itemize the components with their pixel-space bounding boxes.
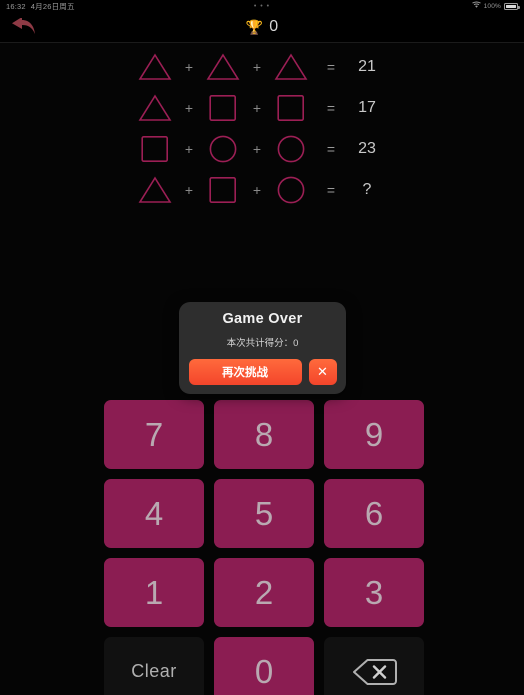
battery-icon xyxy=(504,2,520,10)
number-keypad: 7 8 9 4 5 6 1 2 3 Clear 0 xyxy=(104,400,424,695)
operator-plus: + xyxy=(184,181,194,198)
equation-row: + + = ? xyxy=(0,169,524,210)
shape-square xyxy=(270,93,312,123)
operator-equals: = xyxy=(326,99,336,116)
wifi-icon xyxy=(471,1,481,10)
key-1[interactable]: 1 xyxy=(104,558,204,627)
operator-equals: = xyxy=(326,181,336,198)
equation-result: 21 xyxy=(358,57,376,75)
shape-triangle xyxy=(134,175,176,205)
key-5[interactable]: 5 xyxy=(214,479,314,548)
equation-result: 17 xyxy=(358,98,376,116)
operator-plus: + xyxy=(252,140,262,157)
game-screen: 16:32 4月26日周五 • • • 100% 🏆 0 + + = 21 + … xyxy=(0,0,524,695)
equation-row: + + = 17 xyxy=(0,87,524,128)
shape-circle xyxy=(270,175,312,205)
shape-triangle xyxy=(202,52,244,82)
status-bar-left: 16:32 4月26日周五 xyxy=(6,1,75,12)
key-8[interactable]: 8 xyxy=(214,400,314,469)
equation-row: + + = 21 xyxy=(0,46,524,87)
status-bar: 16:32 4月26日周五 • • • 100% xyxy=(0,0,524,12)
score-value: 0 xyxy=(269,18,279,35)
shape-square xyxy=(134,134,176,164)
key-9[interactable]: 9 xyxy=(324,400,424,469)
operator-plus: + xyxy=(184,58,194,75)
dialog-actions: 再次挑战 ✕ xyxy=(188,359,337,385)
status-center-dots: • • • xyxy=(253,2,271,10)
operator-plus: + xyxy=(252,99,262,116)
operator-plus: + xyxy=(252,181,262,198)
shape-square xyxy=(202,93,244,123)
puzzle-equations: + + = 21 + + = 17 + + = 23 + + = ? xyxy=(0,46,524,210)
status-time: 16:32 xyxy=(6,1,26,11)
key-2[interactable]: 2 xyxy=(214,558,314,627)
operator-equals: = xyxy=(326,58,336,75)
trophy-icon: 🏆 xyxy=(245,19,264,35)
shape-triangle xyxy=(134,52,176,82)
nav-bar: 🏆 0 xyxy=(0,12,524,43)
operator-plus: + xyxy=(252,58,262,75)
operator-equals: = xyxy=(326,140,336,157)
equation-result-unknown: ? xyxy=(362,180,372,198)
equation-result: 23 xyxy=(358,139,376,157)
status-bar-right: 100% xyxy=(471,1,520,11)
dialog-title: Game Over xyxy=(222,311,303,327)
key-3[interactable]: 3 xyxy=(324,558,424,627)
game-over-dialog: Game Over 本次共计得分：0 再次挑战 ✕ xyxy=(179,302,346,394)
retry-button[interactable]: 再次挑战 xyxy=(188,359,302,385)
shape-triangle xyxy=(134,93,176,123)
dialog-score-text: 本次共计得分：0 xyxy=(226,338,299,349)
shape-square xyxy=(202,175,244,205)
backspace-button[interactable] xyxy=(324,637,424,695)
shape-triangle xyxy=(270,52,312,82)
shape-circle xyxy=(202,134,244,164)
key-6[interactable]: 6 xyxy=(324,479,424,548)
close-button[interactable]: ✕ xyxy=(308,359,337,385)
backspace-icon xyxy=(351,656,397,688)
clear-button[interactable]: Clear xyxy=(104,637,204,695)
status-date: 4月26日周五 xyxy=(30,1,75,11)
key-4[interactable]: 4 xyxy=(104,479,204,548)
operator-plus: + xyxy=(184,140,194,157)
equation-row: + + = 23 xyxy=(0,128,524,169)
shape-circle xyxy=(270,134,312,164)
operator-plus: + xyxy=(184,99,194,116)
battery-percent-label: 100% xyxy=(483,2,501,10)
key-7[interactable]: 7 xyxy=(104,400,204,469)
score-display: 🏆 0 xyxy=(0,18,524,36)
key-0[interactable]: 0 xyxy=(214,637,314,695)
